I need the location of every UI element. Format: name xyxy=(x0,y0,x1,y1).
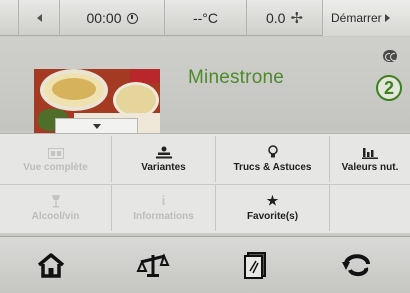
chevron-left-icon xyxy=(36,14,42,22)
timer-value: 00:00 xyxy=(86,10,122,26)
step-badge: 2 xyxy=(376,75,402,101)
full-view-button[interactable]: Vue complète xyxy=(0,136,112,182)
recipe-book-icon xyxy=(244,252,266,279)
recipe-menu: Vue complète Variantes Trucs & Astuces V… xyxy=(0,133,410,233)
speed-value: 0.0 xyxy=(265,10,286,26)
nutrition-label: Valeurs nut. xyxy=(341,162,399,173)
variants-label: Variantes xyxy=(141,162,186,173)
bar-chart-icon xyxy=(362,145,378,159)
variants-icon xyxy=(155,145,173,159)
favorite-button[interactable]: ★ Favorite(s) xyxy=(216,185,330,231)
speed-display[interactable]: 0.0 ✢ xyxy=(247,0,323,36)
drawer-handle[interactable] xyxy=(55,118,138,133)
nutrition-button[interactable]: Valeurs nut. xyxy=(330,136,410,182)
lightbulb-icon xyxy=(267,145,279,159)
timer-display[interactable]: 00:00 xyxy=(60,0,165,36)
clock-icon xyxy=(126,12,138,24)
info-icon: i xyxy=(161,193,166,208)
speed-icon: ✢ xyxy=(290,10,304,27)
recipe-book-button[interactable] xyxy=(204,237,306,293)
star-icon: ★ xyxy=(266,193,279,208)
wine-glass-icon xyxy=(51,194,61,208)
menu-row: Vue complète Variantes Trucs & Astuces V… xyxy=(0,136,410,182)
favorite-label: Favorite(s) xyxy=(246,211,299,222)
wine-button[interactable]: Alcool/vin xyxy=(0,185,112,231)
full-view-label: Vue complète xyxy=(23,162,88,173)
variants-button[interactable]: Variantes xyxy=(112,136,216,182)
tips-button[interactable]: Trucs & Astuces xyxy=(216,136,330,182)
back-arrow-button[interactable] xyxy=(18,0,60,36)
recipe-screen: 00:00 --°C 0.0 ✢ Démarrer Minestrone 2 V… xyxy=(0,0,410,293)
scale-icon xyxy=(136,253,170,277)
chevron-down-icon xyxy=(92,123,101,129)
tips-label: Trucs & Astuces xyxy=(233,162,312,173)
info-button[interactable]: i Informations xyxy=(112,185,216,231)
temperature-value: --°C xyxy=(192,10,219,26)
start-button[interactable]: Démarrer xyxy=(323,0,410,36)
wine-label: Alcool/vin xyxy=(31,211,80,222)
chevron-right-icon xyxy=(384,14,390,22)
recipe-title: Minestrone xyxy=(188,67,284,88)
guided-cooking-icon xyxy=(383,50,397,62)
recipe-header: Minestrone 2 xyxy=(0,37,410,133)
bottom-nav xyxy=(0,236,410,293)
back-icon xyxy=(342,254,370,277)
temperature-display[interactable]: --°C xyxy=(165,0,247,36)
scale-button[interactable] xyxy=(102,237,204,293)
menu-row: Alcool/vin i Informations ★ Favorite(s) xyxy=(0,184,410,231)
info-label: Informations xyxy=(133,211,194,222)
home-button[interactable] xyxy=(0,237,102,293)
home-icon xyxy=(37,253,65,278)
list-icon xyxy=(47,145,64,159)
status-bar: 00:00 --°C 0.0 ✢ Démarrer xyxy=(0,0,410,36)
back-button[interactable] xyxy=(306,237,408,293)
start-label: Démarrer xyxy=(331,11,382,25)
empty-menu-slot xyxy=(330,185,410,231)
